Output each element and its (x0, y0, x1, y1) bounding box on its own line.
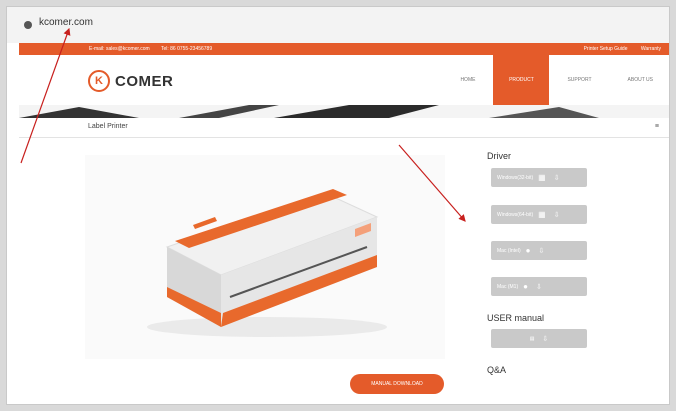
arrow-to-url (20, 27, 71, 164)
arrow-to-drivers (398, 144, 466, 222)
browser-window: kcomer.com E-mail: sales@kcomer.com Tel:… (6, 6, 670, 405)
annotation-arrows (20, 27, 466, 222)
